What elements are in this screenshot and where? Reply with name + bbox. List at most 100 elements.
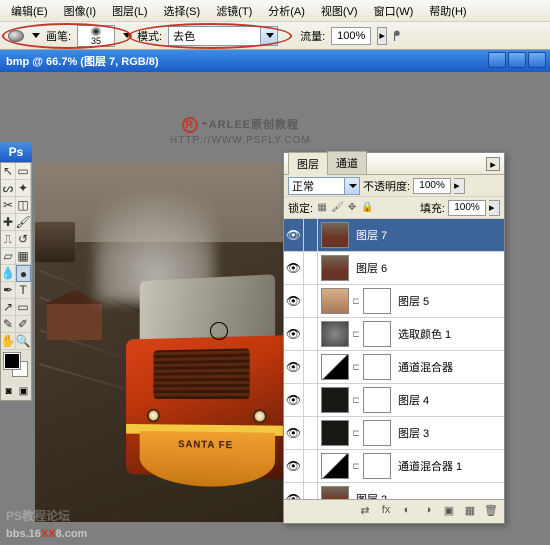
adj-layer-icon[interactable]: ◑ <box>419 504 437 520</box>
layer-row[interactable]: 👁⊏图层 4 <box>284 384 504 417</box>
tool-eraser[interactable]: ▱ <box>1 248 16 265</box>
visibility-icon[interactable]: 👁 <box>284 483 304 499</box>
mask-thumb[interactable] <box>363 288 391 314</box>
group-icon[interactable]: ▣ <box>440 504 458 520</box>
visibility-icon[interactable]: 👁 <box>284 285 304 317</box>
tool-pen[interactable]: ✒ <box>1 282 16 299</box>
visibility-icon[interactable]: 👁 <box>284 351 304 383</box>
screenmode-icon[interactable]: ▣ <box>16 386 31 400</box>
layer-name[interactable]: 图层 2 <box>352 491 504 499</box>
new-layer-icon[interactable]: ▦ <box>461 504 479 520</box>
mask-thumb[interactable] <box>363 387 391 413</box>
close-button[interactable] <box>528 52 546 68</box>
flow-slider[interactable]: ▸ <box>377 27 387 45</box>
panel-menu-icon[interactable]: ▸ <box>486 157 500 171</box>
color-swatches[interactable] <box>1 350 31 386</box>
menu-item[interactable]: 图像(I) <box>57 0 103 22</box>
visibility-icon[interactable]: 👁 <box>284 219 304 251</box>
tool-notes[interactable]: ✎ <box>1 316 16 333</box>
layer-row[interactable]: 👁⊏通道混合器 <box>284 351 504 384</box>
tab-channels[interactable]: 通道 <box>327 151 367 174</box>
layer-row[interactable]: 👁 图层 2 <box>284 483 504 499</box>
layer-row[interactable]: 👁 图层 7 <box>284 219 504 252</box>
lock-all-icon[interactable]: 🔒 <box>361 202 373 214</box>
layer-name[interactable]: 图层 7 <box>352 227 504 243</box>
layer-row[interactable]: 👁 图层 6 <box>284 252 504 285</box>
layer-name[interactable]: 通道混合器 1 <box>394 458 504 474</box>
tool-zoom[interactable]: 🔍 <box>16 333 31 350</box>
tool-slice[interactable]: ◫ <box>16 197 31 214</box>
mask-icon[interactable]: ◐ <box>398 504 416 520</box>
lock-pixel-icon[interactable]: 🖌 <box>331 202 343 214</box>
layer-name[interactable]: 图层 3 <box>394 425 504 441</box>
flow-value[interactable]: 100% <box>331 27 371 45</box>
mask-thumb[interactable] <box>363 453 391 479</box>
quickmask-icon[interactable]: ◙ <box>1 386 16 400</box>
tool-lasso[interactable]: ᔕ <box>1 180 16 197</box>
menu-item[interactable]: 编辑(E) <box>4 0 55 22</box>
tool-marquee[interactable]: ▭ <box>16 163 31 180</box>
tool-gradient[interactable]: ▦ <box>16 248 31 265</box>
mask-thumb[interactable] <box>363 354 391 380</box>
visibility-icon[interactable]: 👁 <box>284 417 304 449</box>
tool-dodge[interactable]: ● <box>16 265 31 282</box>
tool-heal[interactable]: ✚ <box>1 214 16 231</box>
airbrush-icon[interactable]: ᖰ <box>393 28 409 44</box>
lock-pos-icon[interactable]: ✥ <box>346 202 358 214</box>
tool-brush[interactable]: 🖌 <box>16 214 31 231</box>
layer-thumb[interactable] <box>321 321 349 347</box>
lock-trans-icon[interactable]: ▦ <box>316 202 328 214</box>
layer-thumb[interactable] <box>321 420 349 446</box>
layer-thumb[interactable] <box>321 387 349 413</box>
visibility-icon[interactable]: 👁 <box>284 384 304 416</box>
tool-wand[interactable]: ✦ <box>16 180 31 197</box>
layer-name[interactable]: 通道混合器 <box>394 359 504 375</box>
tool-preset-arrow[interactable] <box>32 33 40 38</box>
menu-item[interactable]: 滤镜(T) <box>209 0 259 22</box>
layer-name[interactable]: 图层 5 <box>394 293 504 309</box>
menu-item[interactable]: 分析(A) <box>261 0 312 22</box>
tool-history[interactable]: ↺ <box>16 231 31 248</box>
layer-thumb[interactable] <box>321 453 349 479</box>
fill-value[interactable]: 100% <box>448 200 486 216</box>
mode-select[interactable]: 去色 <box>168 26 278 46</box>
layer-row[interactable]: 👁⊏选取颜色 1 <box>284 318 504 351</box>
menu-item[interactable]: 帮助(H) <box>422 0 473 22</box>
visibility-icon[interactable]: 👁 <box>284 450 304 482</box>
layer-row[interactable]: 👁⊏通道混合器 1 <box>284 450 504 483</box>
layer-thumb[interactable] <box>321 288 349 314</box>
menu-item[interactable]: 视图(V) <box>314 0 365 22</box>
tab-layers[interactable]: 图层 <box>288 152 328 175</box>
tool-shape[interactable]: ▭ <box>16 299 31 316</box>
brush-arrow[interactable] <box>123 33 131 38</box>
visibility-icon[interactable]: 👁 <box>284 252 304 284</box>
tool-path[interactable]: ↗ <box>1 299 16 316</box>
trash-icon[interactable]: 🗑 <box>482 504 500 520</box>
mask-thumb[interactable] <box>363 420 391 446</box>
visibility-icon[interactable]: 👁 <box>284 318 304 350</box>
mask-thumb[interactable] <box>363 321 391 347</box>
tool-crop[interactable]: ✂ <box>1 197 16 214</box>
layer-thumb[interactable] <box>321 255 349 281</box>
layer-row[interactable]: 👁⊏图层 5 <box>284 285 504 318</box>
layer-name[interactable]: 图层 6 <box>352 260 504 276</box>
tool-blur[interactable]: 💧 <box>1 265 16 282</box>
layer-name[interactable]: 选取颜色 1 <box>394 326 504 342</box>
layer-thumb[interactable] <box>321 222 349 248</box>
fx-icon[interactable]: fx <box>377 504 395 520</box>
layer-thumb[interactable] <box>321 354 349 380</box>
tool-stamp[interactable]: ⎍ <box>1 231 16 248</box>
tool-eyedrop[interactable]: ✐ <box>16 316 31 333</box>
menu-item[interactable]: 图层(L) <box>105 0 154 22</box>
layer-name[interactable]: 图层 4 <box>394 392 504 408</box>
menu-item[interactable]: 窗口(W) <box>367 0 421 22</box>
tool-move[interactable]: ↖ <box>1 163 16 180</box>
brush-preset-picker[interactable]: 35 <box>77 25 115 47</box>
layer-thumb[interactable] <box>321 486 349 499</box>
link-layers-icon[interactable]: ⇄ <box>356 504 374 520</box>
restore-button[interactable] <box>508 52 526 68</box>
tool-hand[interactable]: ✋ <box>1 333 16 350</box>
layer-row[interactable]: 👁⊏图层 3 <box>284 417 504 450</box>
tool-type[interactable]: T <box>16 282 31 299</box>
minimize-button[interactable] <box>488 52 506 68</box>
